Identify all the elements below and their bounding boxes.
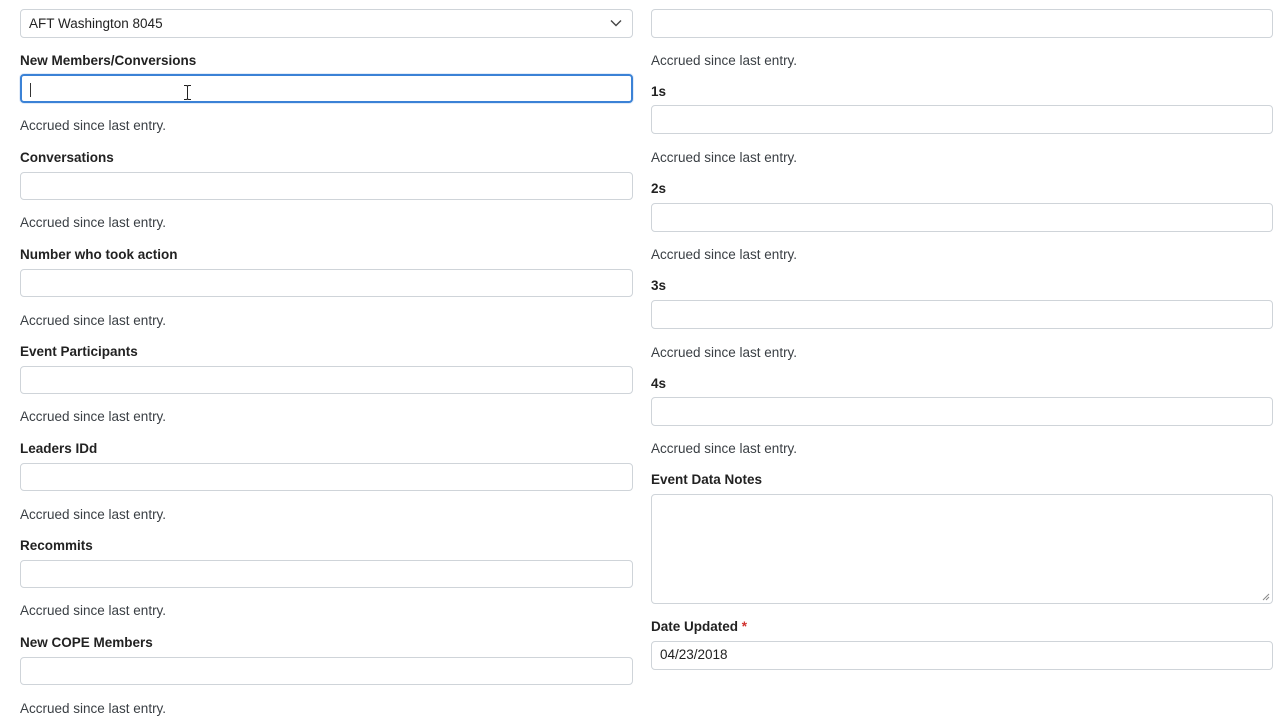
required-asterisk: * (741, 619, 748, 634)
threes-label: 3s (651, 278, 667, 293)
leaders-idd-label: Leaders IDd (20, 441, 98, 456)
ones-label: 1s (651, 84, 667, 99)
event-participants-help: Accrued since last entry. (20, 409, 167, 424)
new-members-help: Accrued since last entry. (20, 118, 167, 133)
date-updated-input[interactable]: 04/23/2018 (651, 641, 1273, 670)
local-select[interactable]: AFT Washington 8045 (20, 9, 633, 38)
chevron-down-icon (610, 20, 622, 27)
text-cursor-icon (184, 85, 191, 100)
top-right-help: Accrued since last entry. (651, 53, 798, 68)
fours-help: Accrued since last entry. (651, 441, 798, 456)
event-notes-textarea[interactable] (651, 494, 1273, 604)
event-participants-input[interactable] (20, 366, 633, 394)
new-members-input[interactable] (20, 74, 633, 103)
took-action-help: Accrued since last entry. (20, 313, 167, 328)
cope-members-input[interactable] (20, 657, 633, 685)
leaders-idd-help: Accrued since last entry. (20, 507, 167, 522)
took-action-input[interactable] (20, 269, 633, 297)
recommits-help: Accrued since last entry. (20, 603, 167, 618)
fours-label: 4s (651, 376, 667, 391)
top-right-input[interactable] (651, 9, 1273, 38)
took-action-label: Number who took action (20, 247, 178, 262)
recommits-input[interactable] (20, 560, 633, 588)
conversations-input[interactable] (20, 172, 633, 200)
text-caret (30, 83, 31, 97)
ones-input[interactable] (651, 105, 1273, 134)
leaders-idd-input[interactable] (20, 463, 633, 491)
threes-input[interactable] (651, 300, 1273, 329)
cope-members-help: Accrued since last entry. (20, 701, 167, 716)
fours-input[interactable] (651, 397, 1273, 426)
conversations-label: Conversations (20, 150, 114, 165)
twos-help: Accrued since last entry. (651, 247, 798, 262)
twos-label: 2s (651, 181, 667, 196)
twos-input[interactable] (651, 203, 1273, 232)
new-members-label: New Members/Conversions (20, 53, 197, 68)
local-select-value: AFT Washington 8045 (29, 16, 163, 31)
event-notes-label: Event Data Notes (651, 472, 763, 487)
conversations-help: Accrued since last entry. (20, 215, 167, 230)
date-updated-label: Date Updated * (651, 619, 748, 634)
threes-help: Accrued since last entry. (651, 345, 798, 360)
recommits-label: Recommits (20, 538, 93, 553)
cope-members-label: New COPE Members (20, 635, 153, 650)
date-updated-value: 04/23/2018 (660, 647, 728, 662)
ones-help: Accrued since last entry. (651, 150, 798, 165)
resize-handle-icon[interactable] (1262, 593, 1270, 601)
event-participants-label: Event Participants (20, 344, 138, 359)
